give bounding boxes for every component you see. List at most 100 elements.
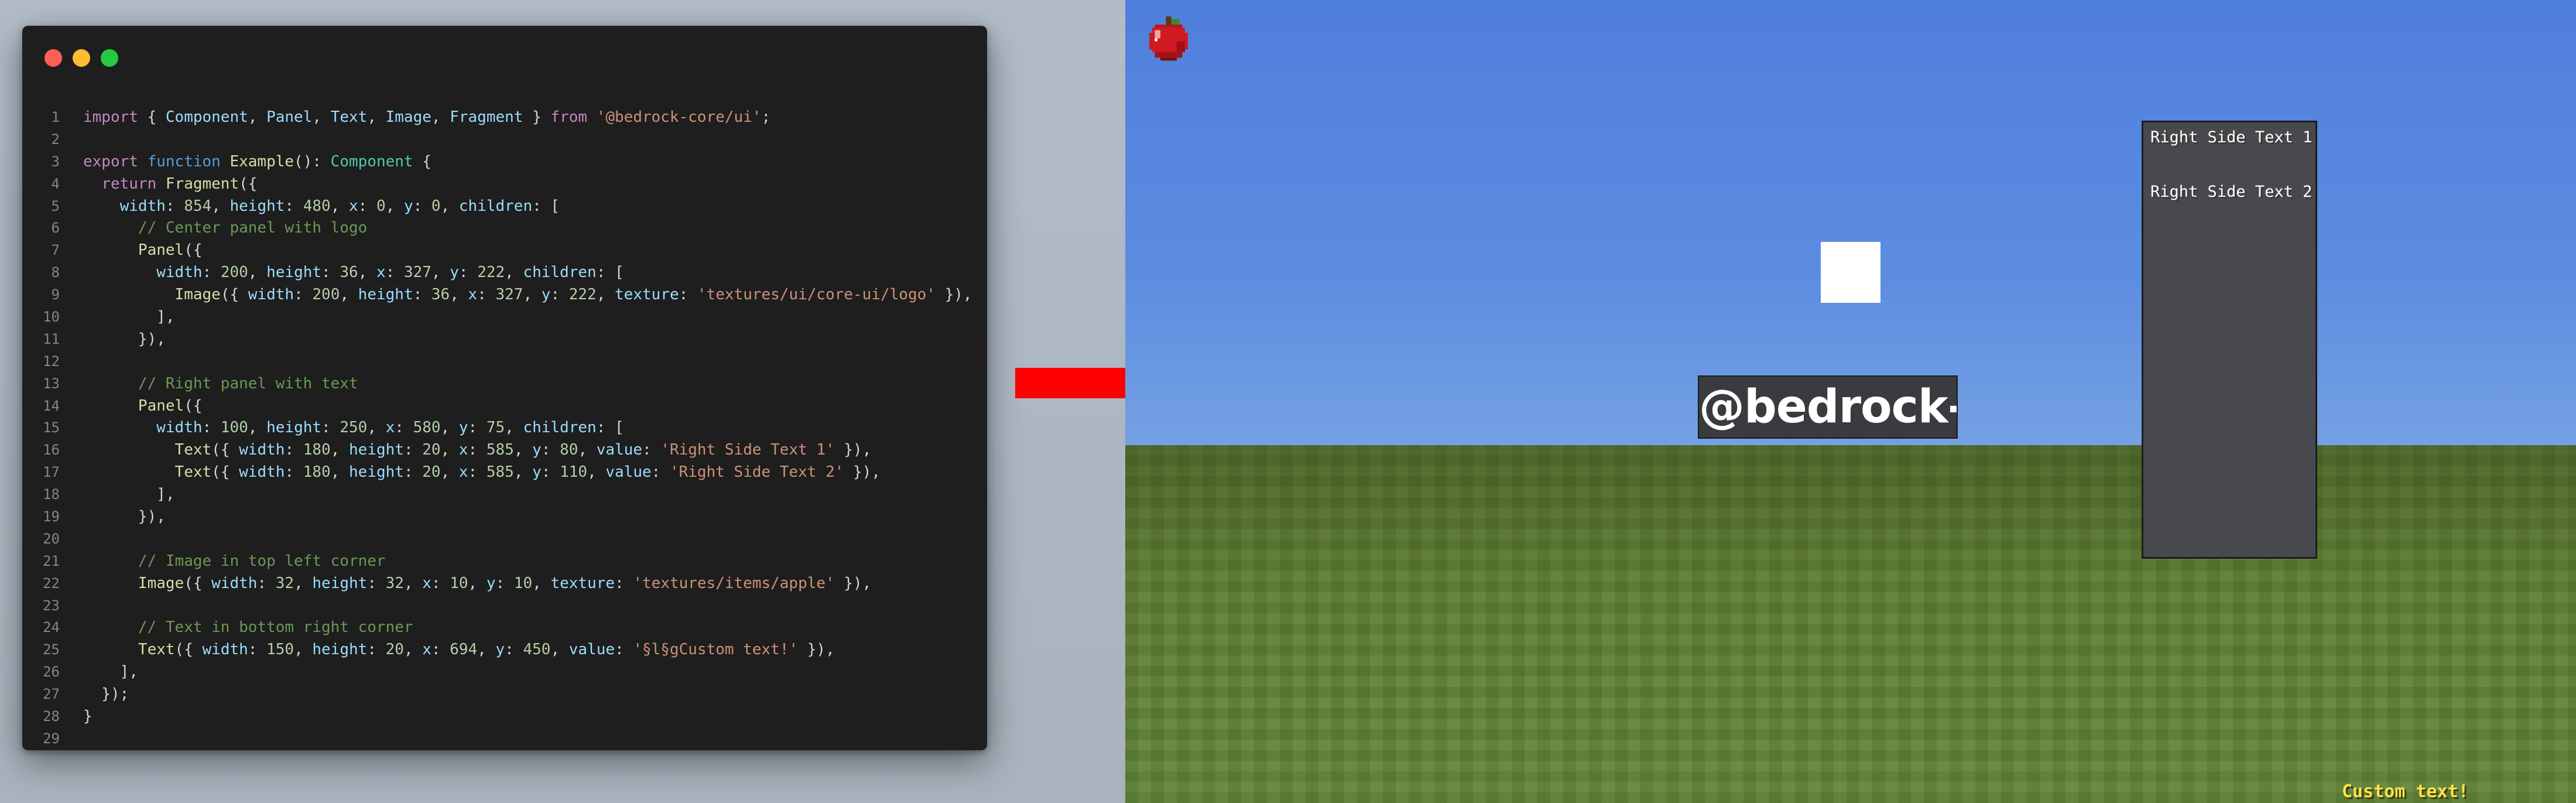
code-line: 27 }); xyxy=(22,684,987,706)
code-token: ({ xyxy=(211,463,239,481)
code-token: texture xyxy=(550,574,615,592)
code-token: 'Right Side Text 2' xyxy=(669,463,844,481)
code-token: : xyxy=(468,419,487,437)
line-number: 9 xyxy=(51,286,60,303)
code-token: Text xyxy=(174,441,212,459)
code-line: 9 Image({ width: 200, height: 36, x: 327… xyxy=(22,284,987,306)
code-text: } xyxy=(83,706,93,728)
code-token: 150 xyxy=(266,641,294,659)
line-number: 10 xyxy=(43,309,60,326)
code-text: Text({ width: 180, height: 20, x: 585, y… xyxy=(83,439,872,462)
code-token: : xyxy=(395,419,413,437)
code-text: Panel({ xyxy=(83,395,203,418)
code-line: 13 // Right panel with text xyxy=(22,373,987,395)
code-token: children xyxy=(458,197,533,215)
code-token: , xyxy=(385,197,404,215)
line-number: 8 xyxy=(51,264,60,281)
code-token: : xyxy=(321,419,340,437)
code-token: 20 xyxy=(385,641,404,659)
code-token: 100 xyxy=(220,419,248,437)
code-token: }), xyxy=(83,330,166,348)
code-token: } xyxy=(83,708,93,726)
code-line: 3 export function Example(): Component { xyxy=(22,151,987,173)
code-token: height xyxy=(229,197,285,215)
line-number: 20 xyxy=(43,530,60,547)
code-token: , xyxy=(248,108,267,126)
code-token: // Image in top left corner xyxy=(138,552,386,570)
code-line: 15 width: 100, height: 250, x: 580, y: 7… xyxy=(22,417,987,439)
window-close-button[interactable] xyxy=(44,49,62,67)
code-token: Image xyxy=(174,286,221,304)
code-text: ], xyxy=(83,484,174,506)
code-token: , xyxy=(440,463,459,481)
line-number: 12 xyxy=(43,353,60,370)
line-number: 11 xyxy=(43,330,60,347)
code-token: 180 xyxy=(303,463,331,481)
window-maximize-button[interactable] xyxy=(101,49,118,67)
code-token: 694 xyxy=(450,641,478,659)
code-token: , xyxy=(513,463,533,481)
code-token: 327 xyxy=(403,264,431,282)
code-token: ], xyxy=(83,308,175,326)
code-token: width xyxy=(239,441,285,459)
code-token: y xyxy=(532,463,542,481)
code-line: 1 import { Component, Panel, Text, Image,… xyxy=(22,107,987,129)
code-token: y xyxy=(450,264,459,282)
code-token: : xyxy=(431,574,450,592)
code-token: { xyxy=(413,152,431,170)
code-token: 585 xyxy=(486,463,514,481)
code-token: : xyxy=(202,264,221,282)
code-token: '@bedrock-core/ui' xyxy=(596,108,762,126)
code-token: , xyxy=(330,441,350,459)
window-minimize-button[interactable] xyxy=(73,49,90,67)
code-token: 200 xyxy=(220,264,248,282)
code-line: 20 xyxy=(22,528,987,551)
code-token: , xyxy=(294,641,313,659)
code-token: Example xyxy=(229,152,294,170)
code-token: x xyxy=(458,463,468,481)
code-token: , xyxy=(550,641,569,659)
code-token: 480 xyxy=(303,197,331,215)
code-token: 580 xyxy=(413,419,441,437)
code-token: 585 xyxy=(486,441,514,459)
line-number: 6 xyxy=(51,220,60,237)
code-token: height xyxy=(266,419,322,437)
code-token: 75 xyxy=(486,419,505,437)
code-text: return Fragment({ xyxy=(83,173,257,196)
code-token: , xyxy=(440,197,459,215)
code-token: Panel xyxy=(266,108,313,126)
code-token: : xyxy=(541,463,560,481)
code-token: 36 xyxy=(431,286,450,304)
code-text: Text({ width: 180, height: 20, x: 585, y… xyxy=(83,462,881,484)
code-token: (): xyxy=(294,152,331,170)
code-text: Image({ width: 200, height: 36, x: 327, … xyxy=(83,284,972,306)
code-editor[interactable]: 1 import { Component, Panel, Text, Image,… xyxy=(22,107,987,750)
code-token: function xyxy=(147,152,221,170)
code-text: // Text in bottom right corner xyxy=(83,617,413,639)
line-number: 15 xyxy=(43,419,60,436)
code-token: }), xyxy=(83,508,166,526)
code-token: , xyxy=(440,419,459,437)
code-token: 327 xyxy=(495,286,523,304)
line-number: 16 xyxy=(43,442,60,459)
code-line: 21 // Image in top left corner xyxy=(22,551,987,573)
code-token: , xyxy=(450,286,468,304)
code-token: , xyxy=(367,108,386,126)
code-token: : [ xyxy=(596,264,624,282)
code-line: 29 xyxy=(22,728,987,750)
code-token: height xyxy=(358,286,413,304)
code-token: width xyxy=(119,197,166,215)
code-token: : xyxy=(615,641,633,659)
code-token: : xyxy=(495,574,514,592)
code-text: import { Component, Panel, Text, Image, … xyxy=(83,107,770,129)
code-token: ({ xyxy=(211,441,239,459)
code-token: 250 xyxy=(340,419,368,437)
code-token: export xyxy=(83,152,138,170)
